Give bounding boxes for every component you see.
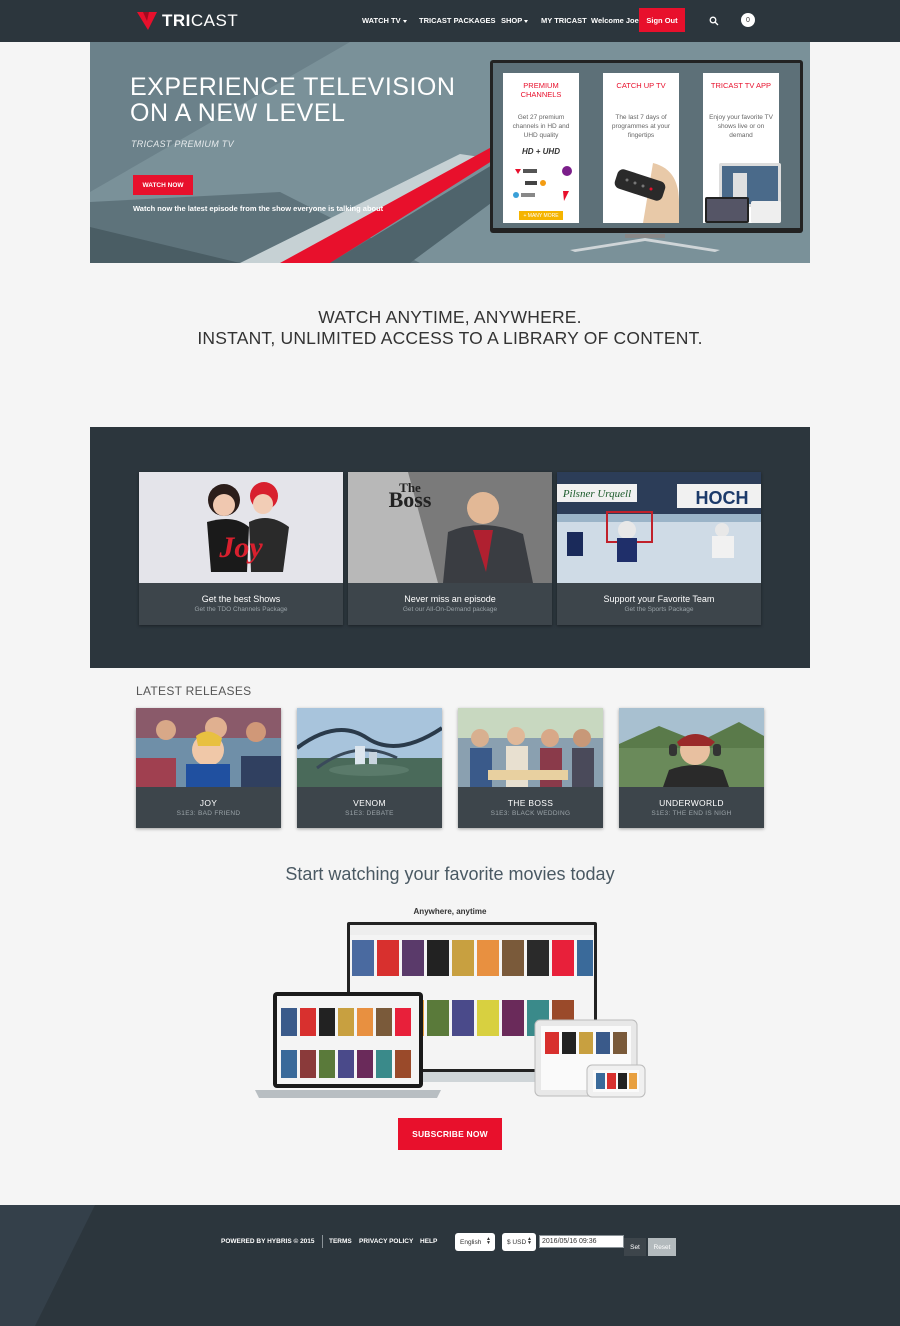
currency-value: $ USD	[507, 1238, 527, 1246]
language-select[interactable]: English ▲ ▼	[455, 1233, 495, 1251]
feature-card-text: Enjoy your favorite TV shows live or on …	[709, 114, 773, 139]
chevron-down-icon	[402, 19, 407, 23]
promo-subtitle: Get our All-On-Demand package	[402, 606, 498, 613]
top-nav: TRICAST WATCH TV TRICAST PACKAGES SHOP M…	[0, 0, 900, 42]
many-more-badge: + MANY MORE	[519, 211, 563, 220]
tagline: WATCH ANYTIME, ANYWHERE. INSTANT, UNLIMI…	[0, 307, 900, 349]
promo-card-episodes[interactable]: The Boss Never miss an episode Get our A…	[348, 472, 552, 625]
promo-subtitle: Get the Sports Package	[624, 606, 694, 613]
anywhere-anytime-label: Anywhere, anytime	[413, 907, 487, 916]
latest-releases-heading: LATEST RELEASES	[136, 684, 252, 698]
powered-by-text: POWERED BY HYBRIS © 2015	[221, 1238, 315, 1245]
tagline-line-2: INSTANT, UNLIMITED ACCESS TO A LIBRARY O…	[197, 328, 703, 348]
reset-button[interactable]: Reset	[648, 1238, 676, 1256]
release-episode: S1E3: BAD FRIEND	[176, 810, 241, 817]
channel-logos	[513, 166, 572, 201]
tagline-line-1: WATCH ANYTIME, ANYWHERE.	[318, 307, 582, 327]
release-image	[458, 708, 603, 787]
watch-now-button[interactable]: WATCH NOW	[133, 175, 193, 195]
nav-watch-tv[interactable]: WATCH TV	[362, 16, 407, 25]
feature-card-catchup[interactable]: CATCH UP TV The last 7 days of programme…	[603, 73, 679, 223]
tv-screen: PREMIUM CHANNELS Get 27 premium channels…	[493, 63, 800, 228]
release-image	[136, 708, 281, 787]
release-card-joy[interactable]: JOY S1E3: BAD FRIEND	[136, 708, 281, 828]
release-title: THE BOSS	[507, 798, 554, 808]
hd-uhd-badge: HD + UHD	[521, 147, 560, 156]
promo-title: Get the best Shows	[201, 594, 281, 604]
release-image	[297, 708, 442, 787]
release-image	[619, 708, 764, 787]
nav-tricast-packages[interactable]: TRICAST PACKAGES	[419, 16, 496, 25]
promo-boss-title-text: Boss	[389, 487, 432, 512]
feature-card-app[interactable]: TRICAST TV APP Enjoy your favorite TV sh…	[703, 73, 781, 223]
remote-control-image	[614, 163, 679, 223]
tricast-logo-icon	[137, 12, 157, 30]
promo-image-boss: The Boss	[348, 472, 552, 583]
promo-title: Never miss an episode	[404, 594, 496, 604]
feature-card-premium[interactable]: PREMIUM CHANNELS Get 27 premium channels…	[503, 73, 579, 223]
promo-title: Support your Favorite Team	[603, 594, 715, 604]
release-title: UNDERWORLD	[659, 798, 724, 808]
ad-board-text-1: Pilsner Urquell	[562, 488, 631, 500]
promo-section: Joy Get the best Shows Get the TDO Chann…	[90, 427, 810, 668]
search-icon[interactable]	[709, 16, 719, 26]
datetime-input[interactable]: 2016/05/16 09:36	[539, 1235, 624, 1248]
tv-frame: PREMIUM CHANNELS Get 27 premium channels…	[490, 60, 803, 233]
hero-subtitle: TRICAST PREMIUM TV	[131, 139, 234, 149]
promo-card-sports[interactable]: Pilsner Urquell HOCH Support your Favori…	[557, 472, 761, 625]
app-devices-image	[705, 163, 781, 223]
terms-link[interactable]: TERMS	[329, 1238, 352, 1245]
tv-stand	[570, 234, 720, 252]
start-watching-heading: Start watching your favorite movies toda…	[285, 864, 615, 884]
release-title: JOY	[199, 798, 218, 808]
promo-subtitle: Get the TDO Channels Package	[194, 606, 288, 613]
cart-badge[interactable]: 0	[741, 13, 755, 27]
feature-card-text: The last 7 days of programmes at your fi…	[611, 114, 671, 139]
promo-joy-logo-text: Joy	[218, 531, 263, 564]
promo-image-joy: Joy	[139, 472, 343, 583]
sign-out-button[interactable]: Sign Out	[639, 8, 685, 32]
promo-image-hockey: Pilsner Urquell HOCH	[557, 472, 761, 583]
privacy-policy-link[interactable]: PRIVACY POLICY	[359, 1238, 413, 1245]
currency-select[interactable]: $ USD ▲ ▼	[502, 1233, 536, 1251]
feature-card-text: Get 27 premium channels in HD and UHD qu…	[512, 114, 570, 139]
select-arrows-icon: ▲ ▼	[486, 1236, 491, 1246]
language-value: English	[460, 1238, 482, 1246]
logo-text: TRICAST	[162, 11, 239, 30]
promo-card-shows[interactable]: Joy Get the best Shows Get the TDO Chann…	[139, 472, 343, 625]
chevron-down-icon	[524, 19, 529, 23]
footer-divider	[322, 1235, 323, 1248]
hero-title: EXPERIENCE TELEVISION ON A NEW LEVEL	[130, 73, 456, 127]
hero-banner: EXPERIENCE TELEVISION ON A NEW LEVEL TRI…	[90, 42, 810, 263]
set-button[interactable]: Set	[624, 1238, 646, 1256]
release-episode: S1E3: BLACK WEDDING	[490, 810, 571, 817]
hero-caption: Watch now the latest episode from the sh…	[133, 204, 384, 213]
release-episode: S1E3: THE END IS NIGH	[651, 810, 732, 817]
subscribe-now-button[interactable]: SUBSCRIBE NOW	[398, 1118, 502, 1150]
footer-background	[0, 1205, 900, 1326]
logo[interactable]: TRICAST	[136, 10, 238, 32]
release-card-venom[interactable]: VENOM S1E3: DEBATE	[297, 708, 442, 828]
feature-card-title: TRICAST TV APP	[710, 81, 772, 90]
select-arrows-icon: ▲ ▼	[527, 1236, 532, 1246]
welcome-text: Welcome Joe	[591, 16, 639, 25]
footer: POWERED BY HYBRIS © 2015 TERMS PRIVACY P…	[0, 1205, 900, 1326]
ad-board-text-2: HOCH	[696, 488, 749, 508]
nav-my-tricast[interactable]: MY TRICAST	[541, 16, 587, 25]
release-title: VENOM	[353, 798, 386, 808]
release-card-underworld[interactable]: UNDERWORLD S1E3: THE END IS NIGH	[619, 708, 764, 828]
nav-shop[interactable]: SHOP	[501, 16, 529, 25]
feature-card-title: PREMIUM CHANNELS	[520, 81, 562, 99]
devices-showcase-image	[255, 922, 646, 1098]
feature-card-title: CATCH UP TV	[616, 81, 666, 90]
release-episode: S1E3: DEBATE	[345, 810, 394, 817]
help-link[interactable]: HELP	[420, 1238, 437, 1245]
release-card-the-boss[interactable]: THE BOSS S1E3: BLACK WEDDING	[458, 708, 603, 828]
